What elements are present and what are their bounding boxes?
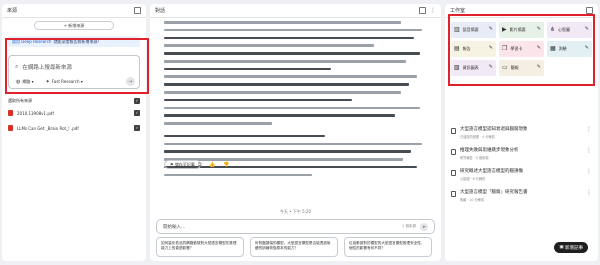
chat-panel: 對話 ⋮ ⚑ 儲存至記事 ⧉ 👍 👎 今天 • 下午 5:20 開始輸入… 2 … bbox=[150, 4, 441, 261]
timestamp: 今天 • 下午 5:20 bbox=[279, 209, 312, 214]
chat-input[interactable]: 開始輸入… 2 個來源 ➤ bbox=[156, 219, 435, 234]
response-actions[interactable]: ⧉ 👍 👎 bbox=[198, 162, 232, 168]
highlight-box bbox=[5, 38, 149, 94]
suggested-question[interactable]: 垃圾數據對於模型的大型語言模型推理安全性，個性的影響有何不同？ bbox=[344, 237, 432, 257]
collapse-panel-icon[interactable] bbox=[134, 7, 141, 14]
source-item[interactable]: LLMs Can Get _Brain Rot_! .pdf ✓ bbox=[8, 125, 140, 131]
note-item[interactable]: 推理失敗與思維跳步現象分析 研究報告 · 5 個來源 ⋮ bbox=[451, 147, 592, 164]
pdf-icon bbox=[8, 110, 13, 116]
sources-header: 來源 bbox=[2, 4, 146, 18]
note-title: 推理失敗與思維跳步現象分析 bbox=[460, 148, 519, 153]
sources-title: 來源 bbox=[7, 8, 18, 14]
note-meta: 簡報 · 10 分鐘前 bbox=[460, 198, 485, 202]
suggested-question[interactable]: 如何量化低品質網路數據對大型語言模型在推理能力上的衰退影響？ bbox=[156, 237, 244, 257]
more-icon[interactable]: ⋮ bbox=[586, 148, 592, 154]
note-item[interactable]: 研究概述大型語言模型的腦損傷 心智圖 · 6 分鐘前 ⋮ bbox=[451, 168, 592, 185]
note-title: 大型語言模型「腦腐」研究報告書 bbox=[460, 190, 528, 195]
collapse-panel-icon[interactable] bbox=[586, 7, 593, 14]
source-file-name: LLMs Can Get _Brain Rot_! .pdf bbox=[17, 125, 79, 131]
pdf-icon bbox=[8, 125, 13, 131]
add-note-button[interactable]: ▣ 新增記事 bbox=[554, 242, 588, 253]
settings-icon[interactable] bbox=[419, 7, 426, 14]
more-icon[interactable]: ⋮ bbox=[586, 127, 592, 133]
more-icon[interactable]: ⋮ bbox=[430, 7, 436, 14]
add-note-label: 新增記事 bbox=[565, 245, 583, 251]
note-icon bbox=[451, 128, 456, 134]
note-title: 大型語言模型認知衰退與腦腐現象 bbox=[460, 127, 528, 132]
chat-header: 對話 ⋮ bbox=[150, 4, 441, 18]
save-to-note-button[interactable]: ⚑ 儲存至記事 bbox=[164, 160, 201, 169]
note-item[interactable]: 大型語言模型認知衰退與腦腐現象 已儲存的回應 · 4 分鐘前 ⋮ bbox=[451, 126, 592, 143]
note-icon bbox=[451, 191, 456, 197]
studio-title: 工作室 bbox=[450, 8, 466, 14]
more-icon[interactable]: ⋮ bbox=[586, 169, 592, 175]
note-icon bbox=[451, 149, 456, 155]
note-title: 研究概述大型語言模型的腦損傷 bbox=[460, 169, 523, 174]
note-meta: 已儲存的回應 · 4 分鐘前 bbox=[460, 135, 495, 139]
more-icon[interactable]: ⋮ bbox=[586, 190, 592, 196]
source-item[interactable]: 2010.13908v1.pdf ✓ bbox=[8, 110, 140, 116]
suggested-question[interactable]: 針對腦損傷的模型，大型語言模型是否能透過後續的訓練恢復原本的能力？ bbox=[250, 237, 338, 257]
note-meta: 研究報告 · 5 個來源 bbox=[460, 156, 489, 160]
note-item[interactable]: 大型語言模型「腦腐」研究報告書 簡報 · 10 分鐘前 ⋮ bbox=[451, 189, 592, 206]
save-note-label: 儲存至記事 bbox=[174, 161, 195, 167]
note-meta: 心智圖 · 6 分鐘前 bbox=[460, 177, 486, 181]
chat-placeholder: 開始輸入… bbox=[163, 224, 186, 230]
chat-title: 對話 bbox=[155, 8, 166, 14]
select-all-label: 選取所有來源 bbox=[8, 98, 32, 103]
select-all-checkbox[interactable]: ✓ bbox=[134, 98, 140, 104]
source-checkbox[interactable]: ✓ bbox=[134, 110, 140, 116]
chat-response bbox=[150, 18, 441, 177]
note-icon bbox=[451, 170, 456, 176]
source-checkbox[interactable]: ✓ bbox=[134, 125, 140, 131]
source-file-name: 2010.13908v1.pdf bbox=[17, 110, 54, 116]
add-source-button[interactable]: + 新增來源 bbox=[34, 21, 114, 30]
select-all-row[interactable]: 選取所有來源 ✓ bbox=[8, 98, 140, 104]
highlight-box bbox=[448, 14, 595, 86]
send-icon[interactable]: ➤ bbox=[420, 222, 428, 231]
source-count: 2 個來源 bbox=[402, 224, 416, 228]
